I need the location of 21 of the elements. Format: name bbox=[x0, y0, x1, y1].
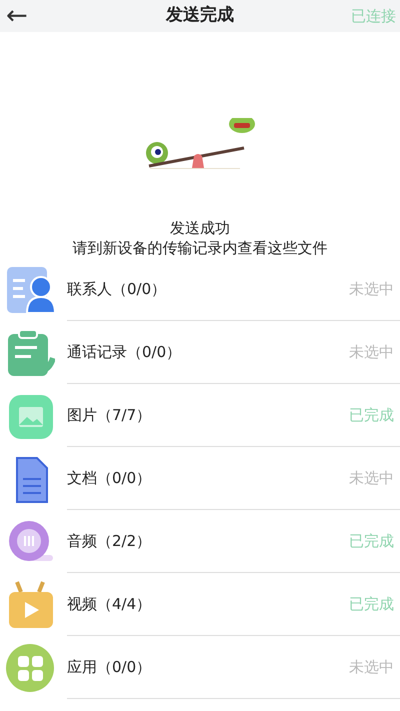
category-label: 音频（2/2） bbox=[67, 530, 152, 552]
success-title: 发送成功 bbox=[169, 218, 231, 238]
transfer-status: 已完成 bbox=[349, 530, 394, 552]
category-label: 应用（0/0） bbox=[67, 656, 152, 678]
contacts-icon bbox=[5, 264, 55, 314]
transfer-status: 已完成 bbox=[349, 404, 394, 426]
transfer-status: 未选中 bbox=[349, 278, 394, 300]
transfer-status: 已完成 bbox=[349, 594, 394, 615]
category-label: 视频（4/4） bbox=[67, 594, 152, 615]
connection-status: 已连接 bbox=[350, 6, 397, 27]
page-title: 发送完成 bbox=[166, 4, 234, 28]
category-label: 文档（0/0） bbox=[67, 468, 152, 489]
category-label: 联系人（0/0） bbox=[67, 278, 166, 300]
category-label: 通话记录（0/0） bbox=[67, 342, 182, 363]
success-hint: 请到新设备的传输记录内查看这些文件 bbox=[72, 238, 328, 258]
transfer-status: 未选中 bbox=[349, 342, 394, 363]
transfer-status: 未选中 bbox=[349, 468, 394, 489]
transfer-status: 未选中 bbox=[349, 656, 394, 678]
back-button[interactable]: ← bbox=[0, 3, 60, 29]
apps-icon bbox=[5, 642, 55, 692]
category-label: 图片（7/7） bbox=[67, 404, 152, 426]
